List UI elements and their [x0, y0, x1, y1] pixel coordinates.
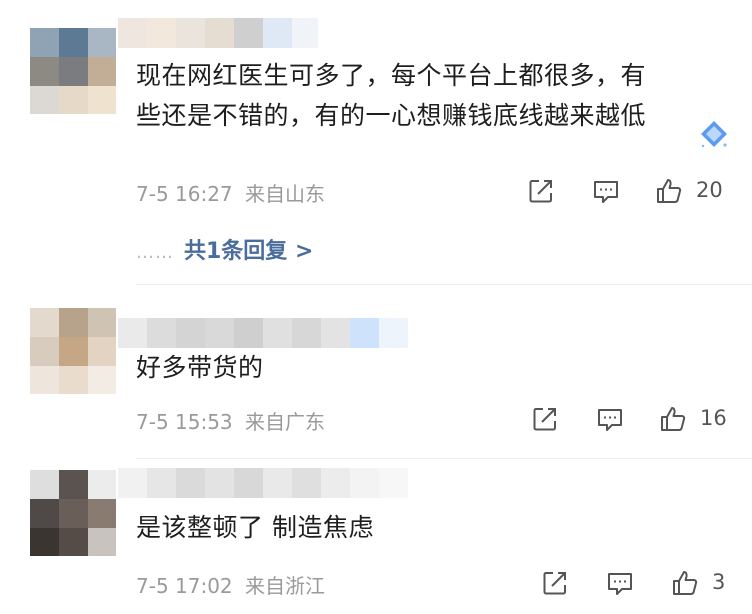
share-button[interactable]: [540, 568, 570, 598]
comment-meta: 7-5 17:02 来自浙江: [136, 570, 325, 599]
share-icon: [533, 408, 556, 431]
timestamp: 7-5 16:27: [136, 182, 233, 206]
comment-button[interactable]: [595, 404, 625, 434]
like-button[interactable]: [658, 404, 688, 434]
view-replies-link[interactable]: …… 共1条回复 >: [136, 233, 313, 265]
like-count: 16: [700, 406, 727, 430]
username-blurred[interactable]: [118, 318, 408, 348]
timestamp: 7-5 15:53: [136, 410, 233, 434]
comment-text: 现在网红医生可多了，每个平台上都很多，有 些还是不错的，有的一心想赚钱底线越来越…: [136, 56, 646, 136]
divider: [136, 284, 752, 285]
comment-text: 好多带货的: [136, 348, 264, 388]
like-button[interactable]: [670, 568, 700, 598]
like-count: 20: [696, 178, 723, 202]
comment-meta: 7-5 15:53 来自广东: [136, 406, 325, 435]
location: 来自山东: [245, 182, 326, 206]
comment-line: 现在网红医生可多了，每个平台上都很多，有: [136, 61, 647, 90]
reply-dots: ……: [136, 242, 174, 263]
share-icon: [529, 180, 552, 203]
avatar[interactable]: [30, 470, 116, 556]
comment-text: 是该整顿了 制造焦虑: [136, 508, 374, 548]
comment-meta: 7-5 16:27 来自山东: [136, 178, 325, 207]
share-button[interactable]: [530, 404, 560, 434]
location: 来自广东: [245, 410, 326, 434]
comment-line: 好多带货的: [136, 353, 264, 382]
comment-line: 些还是不错的，有的一心想赚钱底线越来越低: [136, 101, 647, 130]
comment-button[interactable]: [605, 568, 635, 598]
comment-icon: [608, 573, 632, 595]
comment-item-1: 现在网红医生可多了，每个平台上都很多，有 些还是不错的，有的一心想赚钱底线越来越…: [0, 0, 752, 290]
diamond-badge-icon: [698, 118, 730, 150]
comment-icon: [594, 181, 618, 203]
avatar[interactable]: [30, 308, 116, 394]
avatar[interactable]: [30, 28, 116, 114]
replies-count-label: 共1条回复 >: [184, 239, 314, 264]
like-button[interactable]: [654, 176, 684, 206]
comment-item-3: 是该整顿了 制造焦虑 7-5 17:02 来自浙江 3: [0, 460, 752, 614]
share-icon: [543, 572, 566, 595]
like-count: 3: [712, 570, 726, 594]
thumbs-up-icon: [661, 407, 686, 431]
location: 来自浙江: [245, 574, 326, 598]
comment-item-2: 好多带货的 7-5 15:53 来自广东 16: [0, 290, 752, 460]
timestamp: 7-5 17:02: [136, 574, 233, 598]
thumbs-up-icon: [673, 571, 698, 595]
comment-line: 是该整顿了 制造焦虑: [136, 513, 374, 542]
share-button[interactable]: [526, 176, 556, 206]
username-blurred[interactable]: [118, 468, 408, 498]
comment-icon: [598, 409, 622, 431]
username-blurred[interactable]: [118, 18, 318, 48]
divider: [136, 458, 752, 459]
thumbs-up-icon: [657, 179, 682, 203]
comment-button[interactable]: [591, 176, 621, 206]
